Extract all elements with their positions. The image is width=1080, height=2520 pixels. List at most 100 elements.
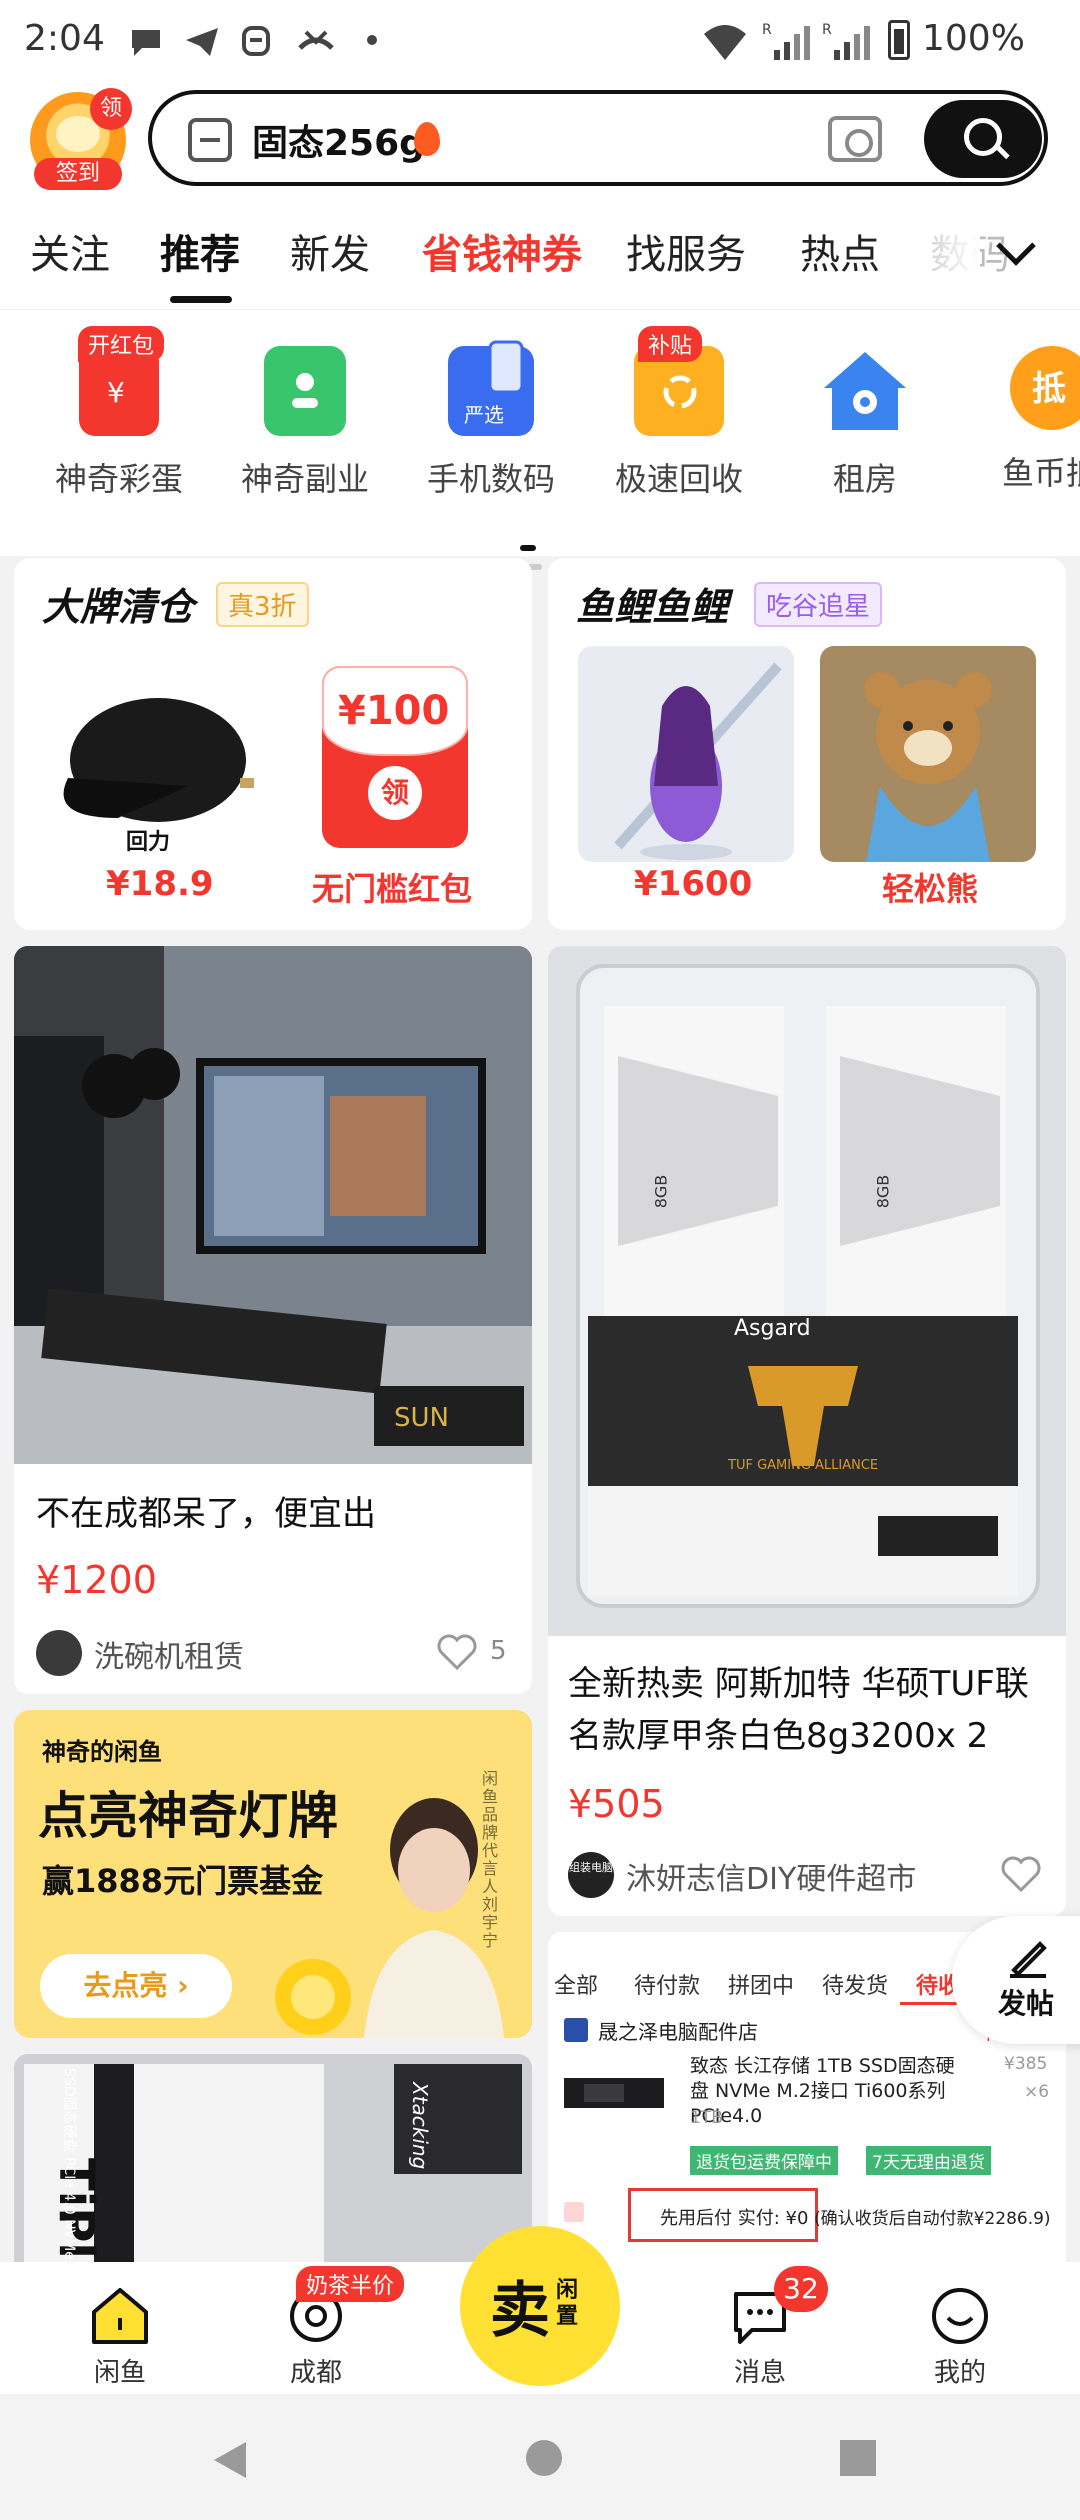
nav-messages[interactable]: 消息 32	[700, 2266, 828, 2389]
bear-label: 轻松熊	[882, 870, 979, 908]
category-label: 神奇彩蛋	[54, 460, 183, 498]
category-rent[interactable]: 租房	[780, 346, 950, 500]
signal-icon-1: R	[762, 22, 810, 60]
home-icon[interactable]	[524, 2438, 564, 2478]
feed-card-ram[interactable]: Asgard TUF GAMING ALLIANCE 8GB 8GB 全新热卖 …	[548, 946, 1066, 1916]
wifi-icon	[704, 25, 746, 60]
svg-text:SUN: SUN	[394, 1403, 449, 1433]
order-tag-7days: 7天无理由退货	[866, 2146, 991, 2175]
camera-icon[interactable]	[828, 116, 882, 162]
seller-name[interactable]: 沐妍志信DIY硬件超市	[626, 1854, 916, 1898]
coin-icon: 抵	[1010, 346, 1080, 430]
feed-card-ssd[interactable]: TiPlus7100 SSD固态硬盘 PCIe 4.0 NVMe Xtackin…	[14, 2054, 532, 2262]
coupon-claim-button[interactable]: 领	[368, 766, 422, 820]
battery-percent: 100%	[922, 18, 1025, 59]
banner-cta-button[interactable]: 去点亮 ›	[40, 1954, 232, 2018]
seller-avatar[interactable]: 组装电脑	[568, 1852, 614, 1898]
sell-big-label: 卖	[490, 2276, 550, 2346]
svg-text:¥: ¥	[107, 376, 125, 409]
cap-brand-label: 回力	[126, 830, 171, 855]
tab-fade	[900, 196, 980, 306]
nav-city-badge: 奶茶半价	[296, 2266, 405, 2302]
tab-services[interactable]: 找服务	[626, 222, 746, 280]
back-icon[interactable]	[210, 2438, 250, 2482]
red-envelope-coupon[interactable]: ¥100 领	[322, 666, 468, 848]
ssd-product-image[interactable]: TiPlus7100 SSD固态硬盘 PCIe 4.0 NVMe Xtackin…	[14, 2054, 532, 2262]
promo-card-idols[interactable]: 鱼鲤鱼鲤 吃谷追星 ¥1600 轻松熊	[548, 558, 1066, 930]
feed-banner-lightup[interactable]: 神奇的闲鱼 点亮神奇灯牌 赢1888元门票基金 去点亮 › 闲鱼品牌代言人 刘宇…	[14, 1710, 532, 2038]
nav-messages-label: 消息	[733, 2358, 786, 2388]
promo-card-clearance[interactable]: 大牌清仓 真3折 回力 ¥18.9 ¥100 领 无门槛红包	[14, 558, 532, 930]
nav-home[interactable]: 闲鱼	[60, 2286, 180, 2389]
tab-new[interactable]: 新发	[290, 222, 370, 280]
category-surprise-egg[interactable]: ¥ 开红包 神奇彩蛋	[34, 326, 204, 500]
order-product: 致态 长江存储 1TB SSD固态硬盘 NVMe M.2接口 Ti600系列 P…	[690, 2055, 955, 2127]
cap-product-image[interactable]	[38, 668, 278, 828]
category-label: 鱼币抵	[1002, 454, 1080, 492]
search-query[interactable]: 固态256g	[252, 114, 425, 166]
scan-icon[interactable]	[188, 118, 232, 162]
order-tab: 待付款	[634, 1974, 701, 1999]
ssd-image-brand: Xtacking	[408, 2082, 432, 2170]
tab-follow[interactable]: 关注	[30, 222, 110, 280]
ram-product-image[interactable]: Asgard TUF GAMING ALLIANCE 8GB 8GB	[548, 946, 1066, 1636]
post-button[interactable]: 发帖	[952, 1916, 1080, 2044]
tab-recommend[interactable]: 推荐	[160, 222, 240, 280]
search-bar[interactable]: 固态256g	[148, 90, 1048, 186]
category-side-job[interactable]: 神奇副业	[220, 346, 390, 500]
category-label: 极速回收	[614, 460, 743, 498]
system-navigation-bar	[0, 2394, 1080, 2520]
nav-city-label: 成都	[289, 2358, 342, 2388]
robot-icon	[242, 26, 270, 56]
checkin-avatar-button[interactable]: 领 签到	[30, 88, 132, 190]
search-header: 领 签到 固态256g	[0, 86, 1080, 196]
seller-avatar[interactable]	[36, 1630, 82, 1676]
svg-text:R: R	[822, 22, 832, 38]
recents-icon[interactable]	[838, 2438, 878, 2478]
heart-icon[interactable]	[436, 1632, 478, 1672]
feed-item-title: 不在成都呆了，便宜出	[36, 1494, 376, 1534]
smile-face-icon	[932, 2288, 988, 2344]
ram-image-label-right: 8GB	[873, 1174, 893, 1209]
category-label: 手机数码	[426, 460, 555, 498]
banner-side-text: 闲鱼品牌代言人 刘宇宁	[482, 1769, 499, 1950]
order-store: 晟之泽电脑配件店	[598, 2020, 758, 2044]
svg-text:抵: 抵	[1032, 369, 1066, 409]
store-icon	[564, 2018, 588, 2042]
bear-product-image[interactable]	[820, 646, 1036, 862]
promo-tag: 真3折	[216, 582, 309, 627]
coupon-label: 无门槛红包	[312, 870, 473, 908]
pen-icon	[1010, 1941, 1047, 1978]
nav-city[interactable]: 成都 奶茶半价	[256, 2266, 405, 2389]
category-coins[interactable]: 抵 鱼币抵	[966, 346, 1080, 494]
banner-small-title: 神奇的闲鱼	[42, 1738, 162, 1766]
tab-coupons[interactable]: 省钱神券	[422, 222, 582, 280]
post-label: 发帖	[998, 1987, 1055, 2020]
search-button[interactable]	[924, 100, 1042, 178]
ram-image-label-left: 8GB	[651, 1174, 671, 1209]
phone-select-icon: 严选	[448, 340, 534, 436]
figure-product-image[interactable]	[578, 646, 794, 862]
category-label: 神奇副业	[240, 460, 369, 498]
order-tab-indicator	[900, 2002, 960, 2005]
feed-card-pc[interactable]: SUN 不在成都呆了，便宜出 ¥1200 洗碗机租赁 5	[14, 946, 532, 1694]
sell-small-label: 闲置	[556, 2278, 579, 2329]
order-pay-note: 先用后付 实付: ¥0	[660, 2208, 809, 2229]
order-spec: 1TB	[690, 2108, 723, 2128]
ram-image-brand: Asgard	[734, 1316, 811, 1341]
pc-product-image[interactable]: SUN	[14, 946, 532, 1464]
feed-tabs: 关注 推荐 新发 省钱神券 找服务 热点 数码	[0, 196, 1080, 310]
category-recycle[interactable]: 补贴 极速回收	[594, 326, 764, 500]
house-icon	[820, 346, 910, 436]
svg-text:R: R	[762, 22, 772, 38]
tab-hot[interactable]: 热点	[800, 222, 880, 280]
nav-mine[interactable]: 我的	[900, 2286, 1020, 2389]
category-phones[interactable]: 严选 手机数码	[406, 340, 576, 500]
sell-idle-button[interactable]: 卖 闲置	[460, 2226, 620, 2386]
seller-name[interactable]: 洗碗机租赁	[94, 1632, 244, 1676]
ram-image-logo-text: TUF GAMING ALLIANCE	[728, 1458, 879, 1473]
category-badge: 开红包	[78, 326, 165, 362]
heart-icon[interactable]	[1000, 1854, 1042, 1894]
banner-subtitle: 赢1888元门票基金	[42, 1862, 324, 1900]
category-label: 租房	[832, 460, 897, 498]
